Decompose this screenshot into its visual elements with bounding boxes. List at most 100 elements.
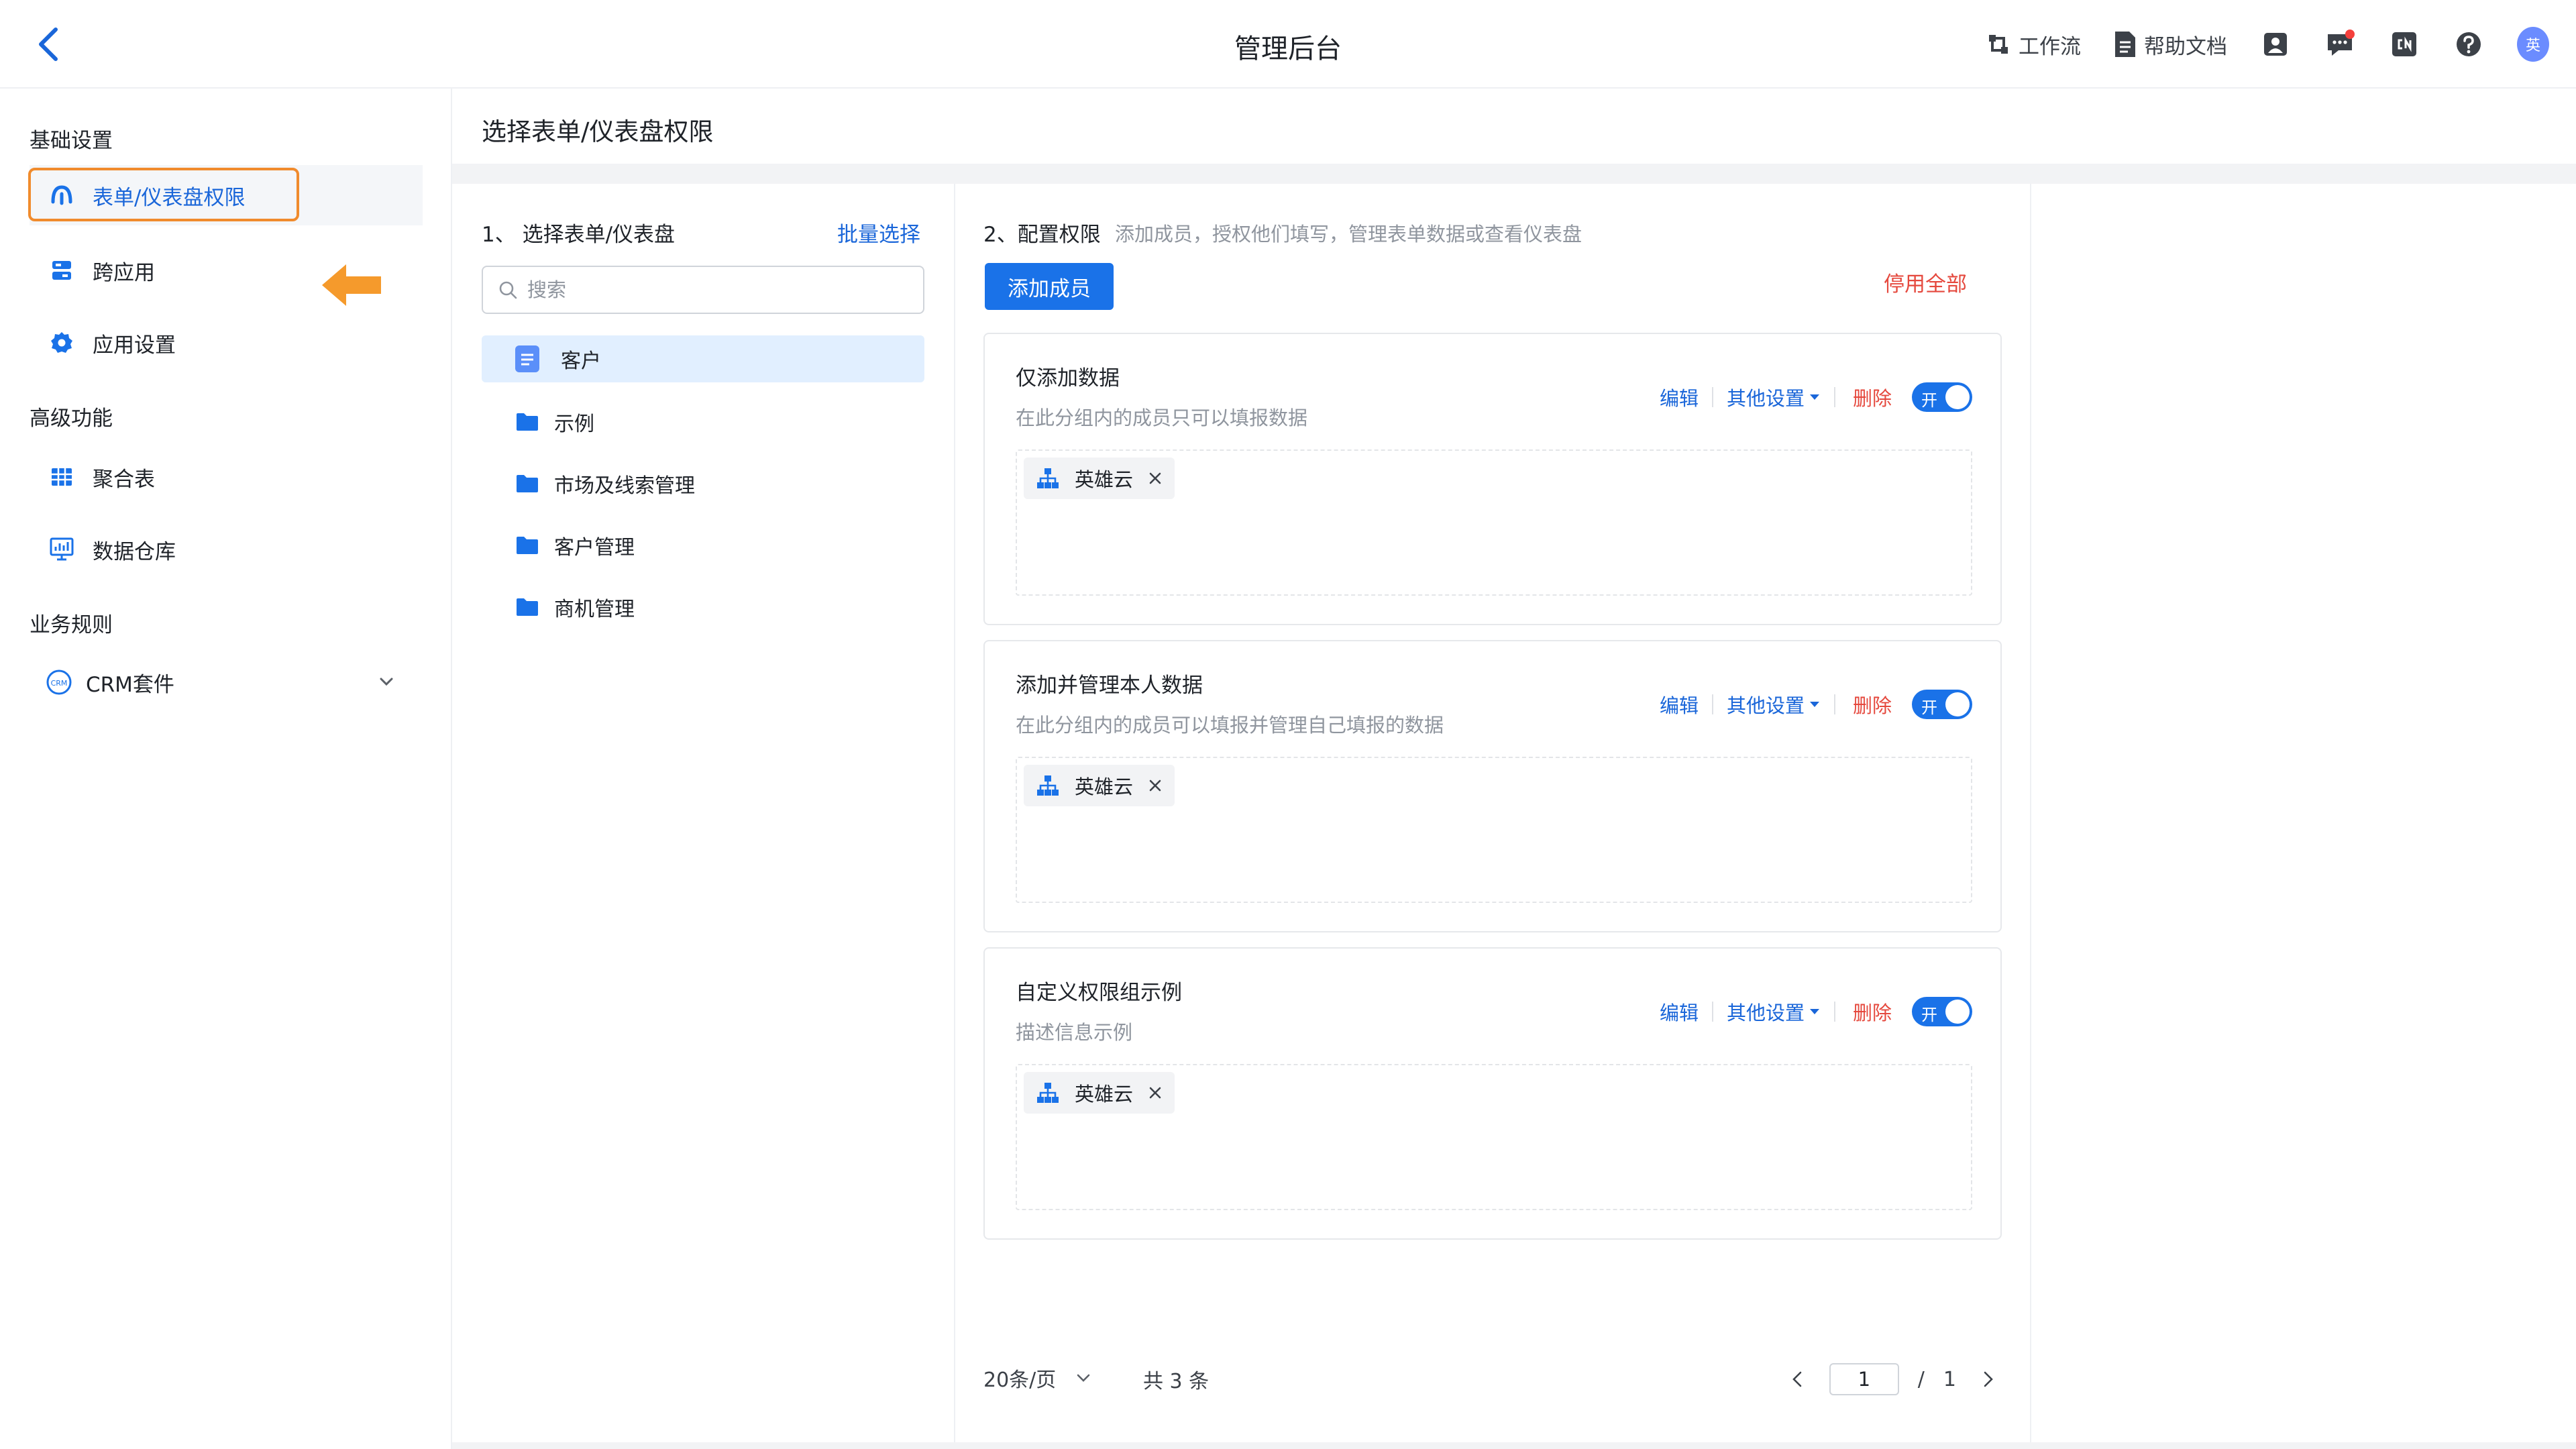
page-title: 选择表单/仪表盘权限 [482, 117, 714, 146]
page-size-label: 20条/页 [983, 1368, 1057, 1392]
user-avatar-button[interactable]: 英 [2517, 27, 2549, 62]
search-input[interactable] [527, 278, 903, 301]
chevron-down-icon [1077, 1374, 1090, 1382]
header-toolbar: 工作流 帮助文档 英 [1985, 23, 2549, 66]
member-name: 英雄云 [1075, 468, 1134, 491]
form-icon [514, 344, 541, 374]
sidebar-item-form-permissions[interactable]: 表单/仪表盘权限 [28, 165, 423, 225]
edit-group-link[interactable]: 编辑 [1660, 690, 1699, 718]
permission-group-card: 自定义权限组示例 描述信息示例 编辑 其他设置 删除 开 英雄云 [983, 947, 2002, 1240]
close-icon [1149, 1087, 1161, 1099]
group-enable-toggle[interactable]: 开 [1912, 997, 1972, 1026]
caret-down-icon [1809, 702, 1819, 707]
other-settings-dropdown[interactable]: 其他设置 [1727, 998, 1821, 1026]
total-pages: 1 [1943, 1367, 1956, 1391]
bottom-band [452, 1442, 2576, 1449]
toggle-label: 开 [1921, 698, 1937, 717]
delete-group-link[interactable]: 删除 [1853, 690, 1892, 718]
other-settings-dropdown[interactable]: 其他设置 [1727, 690, 1821, 718]
folder-icon [515, 597, 539, 617]
sidebar-item-label: 跨应用 [93, 260, 155, 285]
delete-group-link[interactable]: 删除 [1853, 383, 1892, 411]
org-structure-icon [1036, 774, 1060, 797]
chevron-left-icon [1792, 1371, 1802, 1387]
data-warehouse-icon [46, 533, 78, 566]
next-page-button[interactable] [1975, 1363, 2002, 1395]
page-size-select[interactable]: 20条/页 [983, 1363, 1092, 1393]
folder-icon [515, 412, 539, 432]
page-separator: / [1917, 1367, 1925, 1391]
folder-item-opportunity[interactable]: 商机管理 [482, 584, 924, 631]
group-actions: 编辑 其他设置 删除 开 [1660, 996, 1972, 1028]
action-separator [1711, 387, 1713, 407]
toggle-knob [1945, 692, 1970, 716]
member-drop-area[interactable]: 英雄云 [1016, 449, 1972, 596]
org-structure-icon [1036, 467, 1060, 490]
notification-dot [2345, 30, 2355, 39]
folder-icon [515, 535, 539, 555]
workflow-link[interactable]: 工作流 [1985, 30, 2081, 60]
form-item-customer[interactable]: 客户 [482, 335, 924, 382]
group-description: 在此分组内的成员可以填报并管理自己填报的数据 [1016, 714, 1444, 737]
remove-member-button[interactable] [1148, 1085, 1163, 1100]
folder-item-marketing[interactable]: 市场及线索管理 [482, 460, 924, 507]
edit-group-link[interactable]: 编辑 [1660, 998, 1699, 1026]
forms-panel-title: 1、 选择表单/仪表盘 [482, 223, 676, 247]
other-settings-label: 其他设置 [1726, 1002, 1805, 1024]
other-settings-dropdown[interactable]: 其他设置 [1727, 383, 1821, 411]
column-divider [2030, 184, 2031, 1442]
caret-down-icon [1809, 1009, 1819, 1014]
crm-icon: CRM [43, 666, 75, 698]
cloud-permission-icon [46, 179, 78, 211]
member-drop-area[interactable]: 英雄云 [1016, 757, 1972, 903]
back-button[interactable] [30, 24, 67, 64]
total-count: 共 3 条 [1143, 1370, 1210, 1393]
config-panel-title: 2、配置权限 [983, 223, 1101, 247]
group-name: 添加并管理本人数据 [1016, 674, 1203, 698]
help-button[interactable] [2453, 28, 2485, 60]
delete-group-link[interactable]: 删除 [1853, 998, 1892, 1026]
batch-select-link[interactable]: 批量选择 [837, 217, 920, 248]
other-settings-label: 其他设置 [1726, 694, 1805, 717]
sidebar-item-label: 数据仓库 [93, 539, 176, 564]
cross-app-icon [46, 254, 78, 286]
document-icon [2115, 32, 2135, 57]
action-separator [1711, 694, 1713, 714]
sidebar-item-crm-suite[interactable]: CRM CRM套件 [30, 652, 423, 712]
sidebar-item-data-warehouse[interactable]: 数据仓库 [30, 519, 423, 580]
page-number-input[interactable] [1829, 1363, 1899, 1395]
sidebar-item-label: 聚合表 [93, 467, 155, 492]
pagination: / 1 [1784, 1358, 2002, 1401]
contact-card-icon [2264, 33, 2287, 56]
caret-down-icon [1809, 394, 1819, 400]
folder-item-customer-mgmt[interactable]: 客户管理 [482, 522, 924, 569]
language-cn-icon [2392, 32, 2416, 56]
group-description: 在此分组内的成员只可以填报数据 [1016, 407, 1308, 429]
remove-member-button[interactable] [1148, 471, 1163, 486]
folder-item-label: 市场及线索管理 [554, 474, 695, 498]
group-name: 自定义权限组示例 [1016, 981, 1182, 1005]
group-enable-toggle[interactable]: 开 [1912, 690, 1972, 719]
add-member-button[interactable]: 添加成员 [985, 263, 1114, 310]
group-enable-toggle[interactable]: 开 [1912, 382, 1972, 412]
form-item-label: 客户 [561, 350, 601, 373]
folder-item-example[interactable]: 示例 [482, 398, 924, 445]
sidebar-item-aggregate-table[interactable]: 聚合表 [30, 447, 423, 507]
table-icon [46, 461, 78, 493]
svg-text:CRM: CRM [51, 679, 68, 688]
sidebar-item-app-settings[interactable]: 应用设置 [30, 313, 423, 373]
help-docs-link[interactable]: 帮助文档 [2113, 30, 2227, 60]
avatar: 英 [2517, 27, 2549, 62]
contacts-button[interactable] [2259, 28, 2292, 60]
language-button[interactable] [2388, 28, 2420, 60]
remove-member-button[interactable] [1148, 778, 1163, 793]
sidebar-item-cross-app[interactable]: 跨应用 [30, 240, 423, 301]
folder-item-label: 客户管理 [554, 536, 635, 559]
edit-group-link[interactable]: 编辑 [1660, 383, 1699, 411]
prev-page-button[interactable] [1784, 1363, 1811, 1395]
disable-all-link[interactable]: 停用全部 [1884, 267, 1967, 297]
folder-item-label: 商机管理 [554, 598, 635, 621]
member-drop-area[interactable]: 英雄云 [1016, 1064, 1972, 1210]
messages-button[interactable] [2324, 28, 2356, 60]
sidebar-item-label: CRM套件 [86, 672, 174, 697]
